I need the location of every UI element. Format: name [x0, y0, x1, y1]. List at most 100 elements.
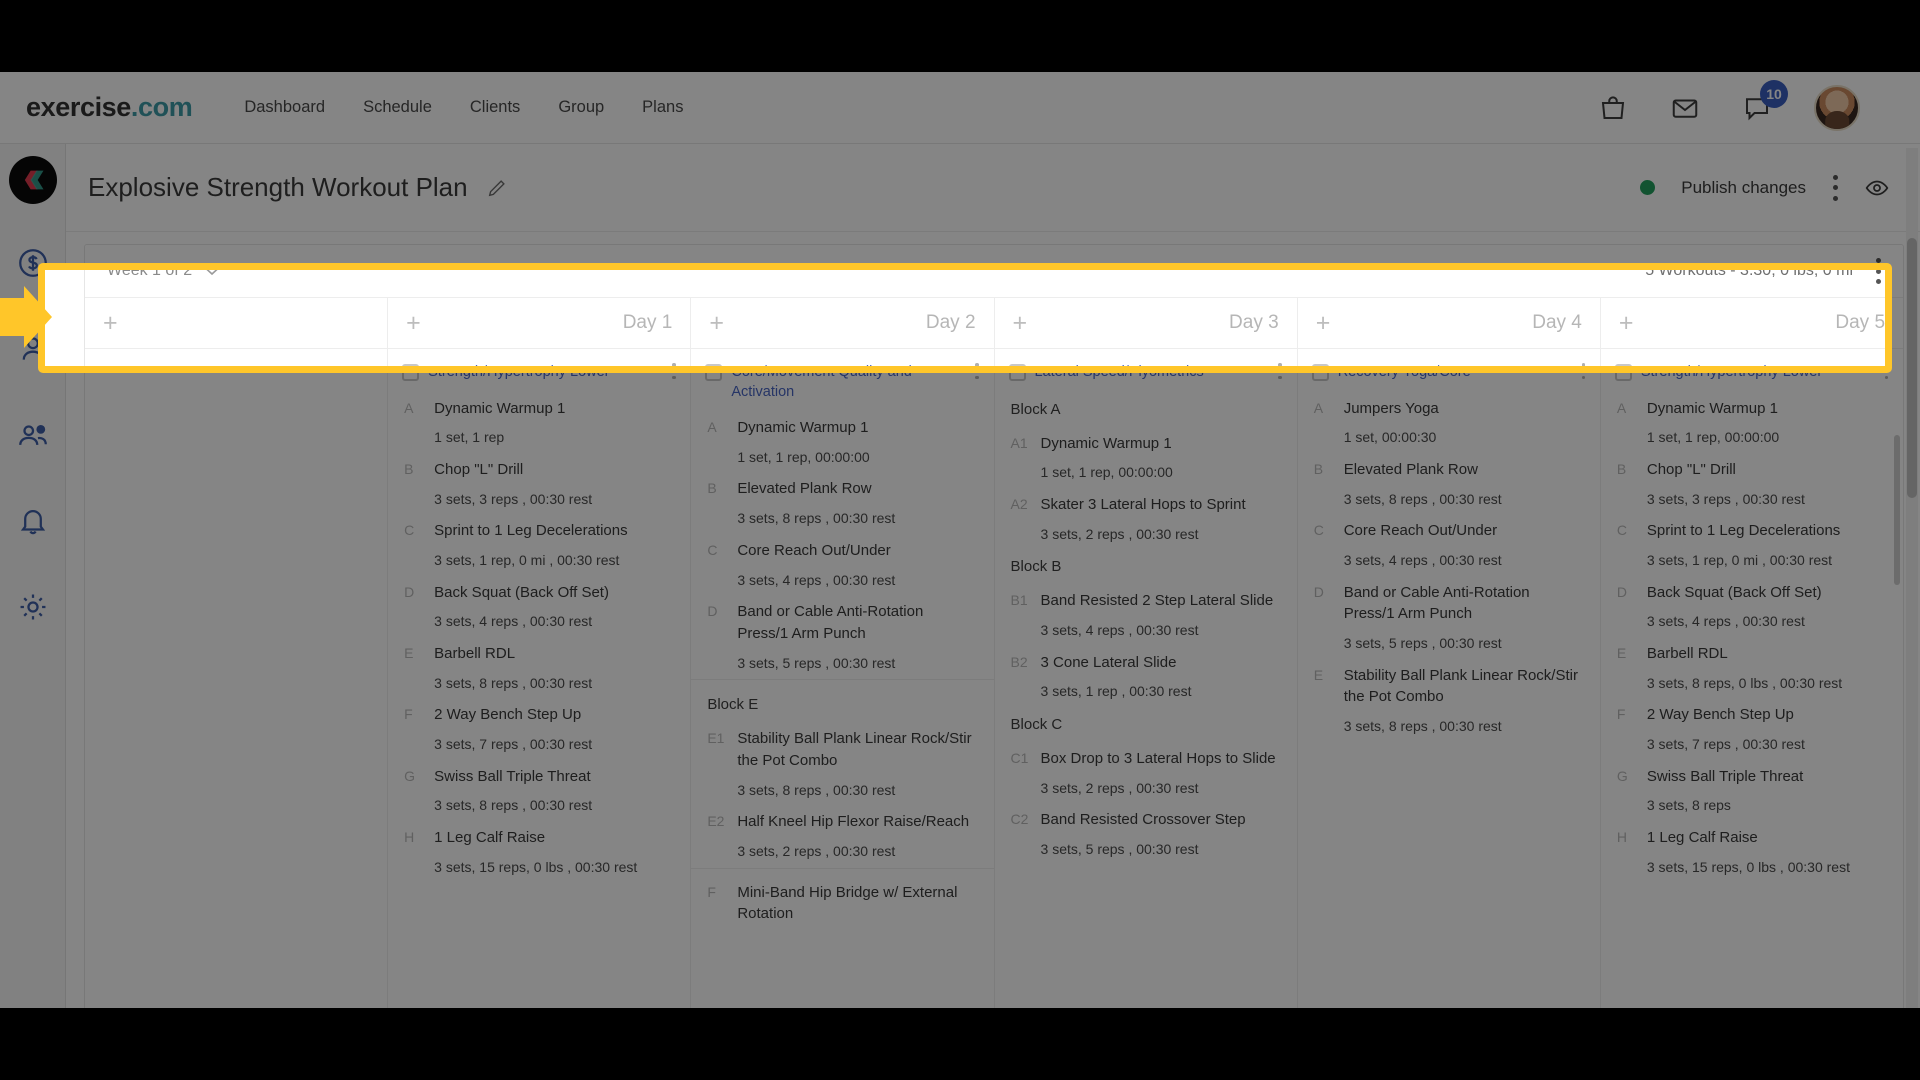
exercise-row[interactable]: E1Stability Ball Plank Linear Rock/Stir …	[691, 717, 993, 800]
exercise-row[interactable]: BChop "L" Drill3 sets, 3 reps , 00:30 re…	[1601, 448, 1903, 509]
letterbox-bottom	[0, 1008, 1920, 1080]
workout-title[interactable]: Lateral Speed/Plyometrics	[1035, 363, 1269, 383]
week-more-menu-icon[interactable]	[1875, 258, 1881, 284]
publish-changes-button[interactable]: Publish changes	[1681, 178, 1806, 198]
exercise-meta: 3 sets, 1 rep, 0 mi , 00:30 rest	[1647, 551, 1887, 571]
day-label-1: Day 1	[623, 312, 673, 334]
chat-icon[interactable]: 10	[1742, 93, 1772, 123]
exercise-row[interactable]: GSwiss Ball Triple Threat3 sets, 8 reps …	[388, 755, 690, 816]
exercise-row[interactable]: DBack Squat (Back Off Set)3 sets, 4 reps…	[388, 571, 690, 632]
exercise-name: Core Reach Out/Under	[1344, 522, 1497, 539]
nav-link-group[interactable]: Group	[558, 98, 604, 117]
day-column-2[interactable]: Core/Movement Quality and Activation ADy…	[691, 349, 994, 1008]
exercise-row[interactable]: ADynamic Warmup 11 set, 1 rep, 00:00:00	[691, 406, 993, 467]
exercise-row[interactable]: DBand or Cable Anti-Rotation Press/1 Arm…	[691, 590, 993, 673]
brand-logo[interactable]: exercise.com	[26, 92, 192, 123]
exercise-row[interactable]: CCore Reach Out/Under3 sets, 4 reps , 00…	[691, 529, 993, 590]
exercise-row[interactable]: B1Band Resisted 2 Step Lateral Slide3 se…	[995, 579, 1297, 640]
day-column-3[interactable]: Lateral Speed/Plyometrics Block A A1Dyna…	[995, 349, 1298, 1008]
sidebar-item-group[interactable]	[16, 418, 50, 452]
day-column-0[interactable]	[85, 349, 388, 1008]
workspace-logo-icon[interactable]	[9, 156, 57, 204]
exercise-row[interactable]: EBarbell RDL3 sets, 8 reps, 0 lbs , 00:3…	[1601, 632, 1903, 693]
workout-checkbox[interactable]	[402, 364, 419, 381]
sidebar-item-settings[interactable]	[16, 590, 50, 624]
workout-checkbox[interactable]	[1009, 364, 1026, 381]
exercise-row[interactable]: BElevated Plank Row3 sets, 8 reps , 00:3…	[1298, 448, 1600, 509]
workout-more-menu-icon[interactable]	[671, 363, 676, 379]
exercise-row[interactable]: BElevated Plank Row3 sets, 8 reps , 00:3…	[691, 467, 993, 528]
workout-card-header[interactable]: Strength/Hypertrophy Lower	[1601, 349, 1903, 387]
workout-card-header[interactable]: Recovery Yoga/Core	[1298, 349, 1600, 387]
workout-checkbox[interactable]	[705, 364, 722, 381]
exercise-row[interactable]: GSwiss Ball Triple Threat3 sets, 8 reps	[1601, 755, 1903, 816]
exercise-meta: 3 sets, 7 reps , 00:30 rest	[1647, 735, 1887, 755]
workout-more-menu-icon[interactable]	[1581, 363, 1586, 379]
calendar-inner-scrollbar-thumb[interactable]	[1894, 435, 1900, 585]
page-scrollbar[interactable]	[1906, 148, 1918, 1008]
day-column-1[interactable]: Strength/Hypertrophy Lower ADynamic Warm…	[388, 349, 691, 1008]
nav-link-clients[interactable]: Clients	[470, 98, 520, 117]
exercise-row[interactable]: EBarbell RDL3 sets, 8 reps , 00:30 rest	[388, 632, 690, 693]
exercise-row[interactable]: F2 Way Bench Step Up3 sets, 7 reps , 00:…	[388, 693, 690, 754]
exercise-row[interactable]: A1Dynamic Warmup 11 set, 1 rep, 00:00:00	[995, 422, 1297, 483]
add-workout-icon-1[interactable]: +	[406, 311, 421, 336]
nav-link-dashboard[interactable]: Dashboard	[244, 98, 325, 117]
exercise-row[interactable]: E2Half Kneel Hip Flexor Raise/Reach3 set…	[691, 800, 993, 861]
workout-more-menu-icon[interactable]	[975, 363, 980, 379]
exercise-row[interactable]: B23 Cone Lateral Slide3 sets, 1 rep , 00…	[995, 641, 1297, 702]
workout-title[interactable]: Recovery Yoga/Core	[1338, 363, 1572, 383]
workout-card-header[interactable]: Strength/Hypertrophy Lower	[388, 349, 690, 387]
day-column-4[interactable]: Recovery Yoga/Core AJumpers Yoga1 set, 0…	[1298, 349, 1601, 1008]
exercise-row[interactable]: CSprint to 1 Leg Decelerations3 sets, 1 …	[388, 509, 690, 570]
sidebar-item-money[interactable]	[16, 246, 50, 280]
plan-more-menu-icon[interactable]	[1832, 175, 1838, 201]
exercise-letter: G	[404, 766, 434, 816]
add-workout-icon-3[interactable]: +	[1013, 311, 1028, 336]
add-workout-icon-2[interactable]: +	[709, 311, 724, 336]
add-workout-icon-0[interactable]: +	[103, 311, 118, 336]
exercise-row[interactable]: C1Box Drop to 3 Lateral Hops to Slide3 s…	[995, 737, 1297, 798]
exercise-row[interactable]: ADynamic Warmup 11 set, 1 rep	[388, 387, 690, 448]
exercise-row[interactable]: H1 Leg Calf Raise3 sets, 15 reps, 0 lbs …	[388, 816, 690, 877]
exercise-name: Swiss Ball Triple Threat	[1647, 768, 1803, 785]
exercise-row[interactable]: F2 Way Bench Step Up3 sets, 7 reps , 00:…	[1601, 693, 1903, 754]
exercise-name: Band Resisted 2 Step Lateral Slide	[1041, 592, 1274, 609]
exercise-row[interactable]: FMini-Band Hip Bridge w/ External Rotati…	[691, 871, 993, 926]
exercise-row[interactable]: CSprint to 1 Leg Decelerations3 sets, 1 …	[1601, 509, 1903, 570]
workout-title[interactable]: Core/Movement Quality and Activation	[731, 363, 965, 402]
preview-eye-icon[interactable]	[1864, 175, 1890, 201]
workout-card-header[interactable]: Lateral Speed/Plyometrics	[995, 349, 1297, 387]
workout-title[interactable]: Strength/Hypertrophy Lower	[1641, 363, 1875, 383]
workout-more-menu-icon[interactable]	[1884, 363, 1889, 379]
week-selector-dropdown[interactable]: Week 1 of 2	[107, 262, 220, 280]
exercise-row[interactable]: DBand or Cable Anti-Rotation Press/1 Arm…	[1298, 571, 1600, 654]
exercise-row[interactable]: AJumpers Yoga1 set, 00:00:30	[1298, 387, 1600, 448]
exercise-row[interactable]: A2Skater 3 Lateral Hops to Sprint3 sets,…	[995, 483, 1297, 544]
exercise-row[interactable]: BChop "L" Drill3 sets, 3 reps , 00:30 re…	[388, 448, 690, 509]
exercise-row[interactable]: H1 Leg Calf Raise3 sets, 15 reps, 0 lbs …	[1601, 816, 1903, 877]
exercise-row[interactable]: CCore Reach Out/Under3 sets, 4 reps , 00…	[1298, 509, 1600, 570]
add-workout-icon-5[interactable]: +	[1619, 311, 1634, 336]
workout-checkbox[interactable]	[1615, 364, 1632, 381]
workout-card-header[interactable]: Core/Movement Quality and Activation	[691, 349, 993, 406]
nav-link-plans[interactable]: Plans	[642, 98, 683, 117]
exercise-row[interactable]: C2Band Resisted Crossover Step3 sets, 5 …	[995, 798, 1297, 859]
exercise-meta: 3 sets, 8 reps , 00:30 rest	[737, 781, 977, 801]
workout-checkbox[interactable]	[1312, 364, 1329, 381]
mail-icon[interactable]	[1670, 93, 1700, 123]
pencil-icon[interactable]	[486, 177, 508, 199]
scrollbar-thumb[interactable]	[1907, 238, 1917, 498]
add-workout-icon-4[interactable]: +	[1316, 311, 1331, 336]
avatar[interactable]	[1814, 85, 1860, 131]
shop-bag-icon[interactable]	[1598, 93, 1628, 123]
pointer-arrow-icon	[0, 282, 60, 352]
sidebar-item-notifications[interactable]	[16, 504, 50, 538]
exercise-row[interactable]: EStability Ball Plank Linear Rock/Stir t…	[1298, 654, 1600, 737]
workout-more-menu-icon[interactable]	[1278, 363, 1283, 379]
nav-link-schedule[interactable]: Schedule	[363, 98, 432, 117]
workout-title[interactable]: Strength/Hypertrophy Lower	[428, 363, 662, 383]
day-column-5[interactable]: Strength/Hypertrophy Lower ADynamic Warm…	[1601, 349, 1903, 1008]
exercise-row[interactable]: ADynamic Warmup 11 set, 1 rep, 00:00:00	[1601, 387, 1903, 448]
exercise-row[interactable]: DBack Squat (Back Off Set)3 sets, 4 reps…	[1601, 571, 1903, 632]
